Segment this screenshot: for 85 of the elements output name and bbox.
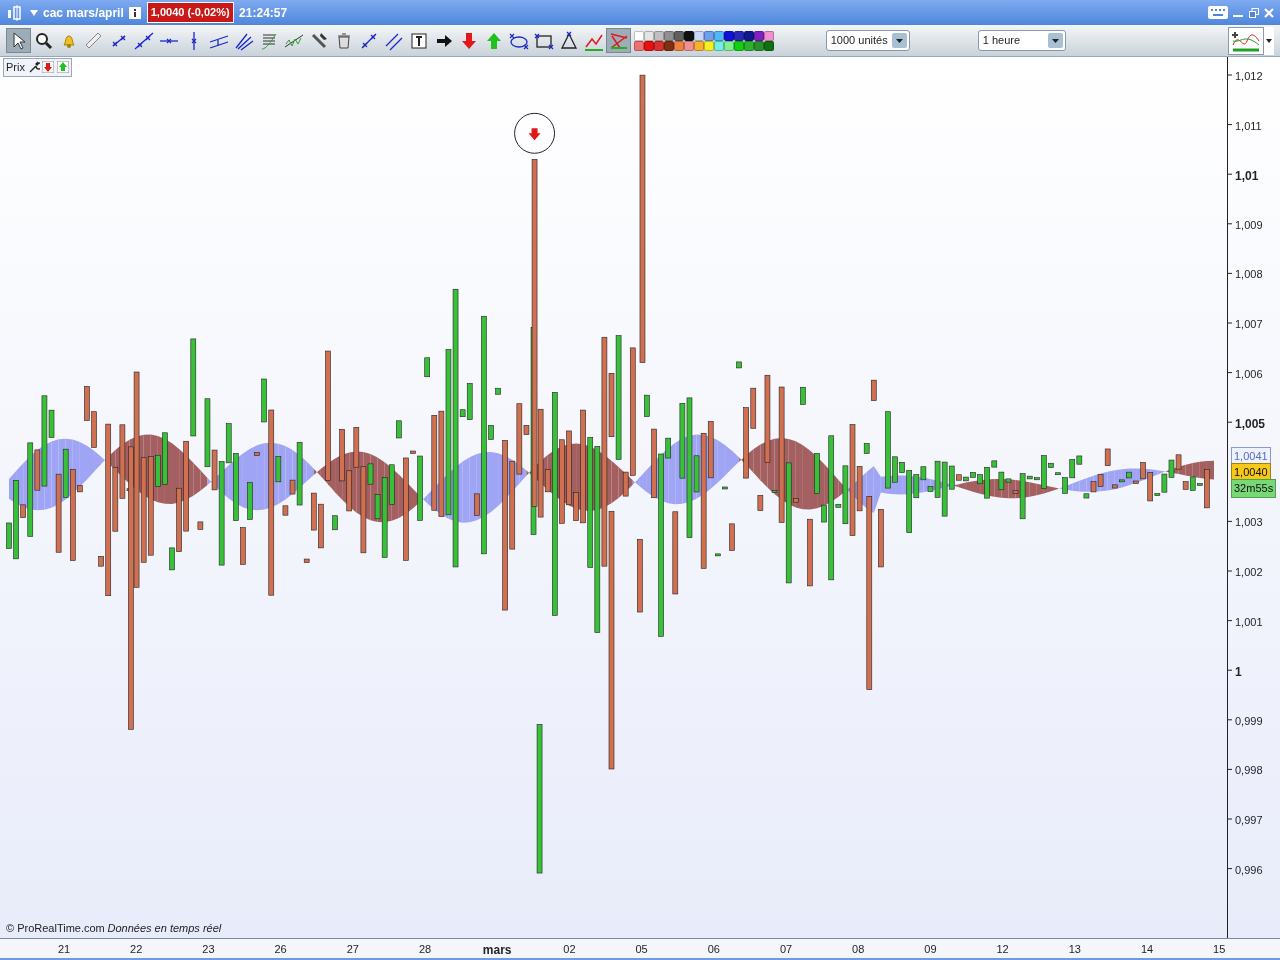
data-source-text: Données en temps réel — [107, 920, 222, 936]
color-swatch[interactable] — [653, 30, 664, 41]
caret-icon[interactable] — [891, 33, 907, 48]
date-label: 27 — [345, 942, 360, 957]
color-swatch[interactable] — [663, 30, 674, 41]
color-swatch[interactable] — [643, 30, 654, 41]
color-swatch[interactable] — [723, 30, 734, 41]
color-swatch[interactable] — [763, 30, 774, 41]
signal-marker-icon — [514, 112, 556, 154]
color-swatch[interactable] — [723, 40, 734, 51]
restore-icon[interactable] — [1248, 7, 1259, 18]
price-label: 1,003 — [1234, 515, 1264, 531]
copyright-text: © ProRealTime.com — [6, 920, 105, 936]
color-swatch[interactable] — [743, 30, 754, 41]
color-swatch[interactable] — [663, 40, 674, 51]
panel-label: Prix — [6, 60, 25, 75]
price-label: 0,998 — [1234, 763, 1264, 779]
price-label: 1,002 — [1234, 565, 1264, 580]
price-label: 1,007 — [1234, 317, 1264, 332]
date-label: 26 — [273, 942, 288, 957]
price-label: 1,01 — [1234, 168, 1260, 186]
date-label: 06 — [706, 942, 721, 957]
color-swatch[interactable] — [743, 40, 754, 51]
date-label: 08 — [851, 942, 866, 957]
price-label: 1,011 — [1234, 118, 1263, 134]
price-change-badge: 1,0040 (-0,02%) — [146, 2, 234, 23]
color-swatch[interactable] — [713, 30, 724, 41]
date-label: 28 — [417, 942, 433, 957]
color-swatch[interactable] — [673, 40, 684, 51]
price-label: 1,012 — [1234, 69, 1264, 84]
date-label: 09 — [923, 942, 938, 957]
date-label: 05 — [634, 942, 649, 957]
color-swatch[interactable] — [633, 30, 644, 41]
color-swatch[interactable] — [703, 30, 714, 41]
date-label: 23 — [201, 942, 216, 957]
price-label: 0,997 — [1234, 813, 1264, 828]
price-label: 1,001 — [1234, 614, 1264, 630]
caret-icon[interactable] — [1264, 26, 1274, 55]
candle-icon[interactable] — [6, 4, 24, 21]
date-label: 21 — [56, 942, 72, 957]
date-label: 22 — [129, 942, 144, 957]
horizontal-line-icon — [158, 37, 179, 44]
window-title: cac mars/april — [43, 4, 124, 22]
color-swatch[interactable] — [643, 40, 654, 51]
countdown-label: 32m55s — [1231, 479, 1277, 498]
date-label: mars — [481, 942, 513, 959]
date-label: 07 — [778, 942, 794, 957]
color-swatch[interactable] — [763, 40, 774, 51]
price-label: 1 — [1234, 664, 1243, 682]
down-arrow-icon[interactable] — [42, 61, 55, 74]
date-label: 15 — [1212, 942, 1227, 957]
indicator-button[interactable] — [1228, 26, 1264, 55]
color-swatch[interactable] — [633, 40, 644, 51]
color-swatch[interactable] — [653, 40, 664, 51]
color-swatch[interactable] — [753, 30, 764, 41]
date-label: 12 — [995, 942, 1010, 957]
price-label: 1,009 — [1234, 217, 1264, 233]
toolbar-tool[interactable] — [6, 28, 31, 53]
color-swatch[interactable] — [713, 40, 724, 51]
price-label: 1,005 — [1234, 416, 1267, 434]
caret-icon[interactable] — [1047, 33, 1063, 48]
color-swatch[interactable] — [673, 30, 684, 41]
color-swatch[interactable] — [733, 40, 744, 51]
wrench-icon[interactable] — [27, 61, 40, 74]
color-swatch[interactable] — [733, 30, 744, 41]
date-label: 13 — [1067, 942, 1082, 957]
color-swatch[interactable] — [703, 40, 714, 51]
units-dropdown[interactable]: 1000 unités — [825, 30, 910, 51]
period-dropdown[interactable]: 1 heure — [977, 30, 1066, 51]
color-swatch[interactable] — [753, 40, 764, 51]
price-label: 0,999 — [1234, 713, 1264, 729]
date-label: 02 — [562, 942, 577, 957]
date-label: 14 — [1139, 942, 1155, 957]
price-label: 1,008 — [1234, 267, 1264, 283]
color-swatch[interactable] — [693, 30, 704, 41]
close-icon[interactable] — [1264, 7, 1274, 18]
clock-time: 21:24:57 — [239, 4, 288, 22]
price-label: 0,996 — [1234, 862, 1264, 878]
keyboard-icon[interactable] — [1207, 6, 1228, 19]
vertical-line-icon — [190, 30, 197, 51]
color-swatch[interactable] — [693, 40, 704, 51]
color-swatch[interactable] — [683, 40, 694, 51]
info-icon[interactable] — [129, 6, 142, 19]
price-label: 1,006 — [1234, 366, 1264, 382]
color-swatch[interactable] — [683, 30, 694, 41]
